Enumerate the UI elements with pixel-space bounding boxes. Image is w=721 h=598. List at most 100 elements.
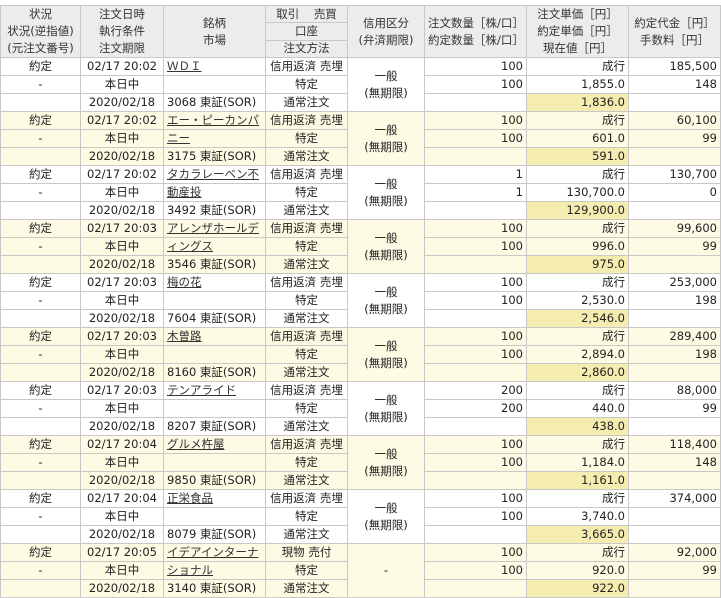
stock-name: タカラレーベン不: [163, 165, 266, 184]
fee: 99: [628, 129, 721, 148]
credit-type: 一般 (無期限): [347, 489, 425, 544]
header-datetime: 注文日時 執行条件 注文期限: [80, 5, 164, 58]
fee: 198: [628, 345, 721, 364]
order-price: 成行: [526, 327, 629, 346]
status-blank: [0, 525, 81, 544]
order-price: 成行: [526, 165, 629, 184]
table-row: 約定 02/17 20:03 テンアライド 信用返済 売埋 一般 (無期限) 200 成行 88…: [0, 381, 721, 436]
status-blank: [0, 471, 81, 490]
order-expiry: 2020/02/18: [80, 525, 164, 544]
qty-blank: [424, 93, 527, 112]
table-header: 状況 状況(逆指値) (元注文番号) 注文日時 執行条件 注文期限 銘柄 市場 取引 売買…: [0, 4, 721, 59]
exec-condition: 本日中: [80, 75, 164, 94]
trade-side: 信用返済 売埋: [265, 489, 348, 508]
stock-name-link[interactable]: テンアライド: [167, 383, 236, 397]
current-price: 591.0: [526, 147, 629, 166]
account-type: 特定: [265, 399, 348, 418]
order-expiry: 2020/02/18: [80, 363, 164, 382]
header-trade-side: 取引 売買: [265, 4, 348, 24]
status-sub: -: [0, 345, 81, 364]
stock-name-link-cont[interactable]: ニー: [167, 131, 190, 145]
stock-name-link[interactable]: 正栄食品: [167, 491, 213, 505]
stock-name-link[interactable]: イデアインターナ: [167, 545, 258, 559]
stock-name-link-cont[interactable]: 動産投: [167, 185, 202, 199]
status-cell: 約定: [0, 219, 81, 238]
order-datetime: 02/17 20:04: [80, 489, 164, 508]
qty-blank: [424, 471, 527, 490]
stock-name-link-cont[interactable]: ィングス: [167, 239, 213, 253]
status-cell: 約定: [0, 165, 81, 184]
amount-blank: [628, 471, 721, 490]
order-price: 成行: [526, 543, 629, 562]
exec-condition: 本日中: [80, 183, 164, 202]
fee: 99: [628, 561, 721, 580]
order-method: 通常注文: [265, 255, 348, 274]
fill-qty: 1: [424, 183, 527, 202]
account-type: 特定: [265, 237, 348, 256]
credit-type: 一般 (無期限): [347, 381, 425, 436]
stock-name-link-cont[interactable]: ショナル: [167, 563, 213, 577]
status-sub: -: [0, 237, 81, 256]
stock-name-link[interactable]: 木曽路: [167, 329, 202, 343]
order-qty: 100: [424, 543, 527, 562]
fill-amount: 118,400: [628, 435, 721, 454]
order-method: 通常注文: [265, 309, 348, 328]
credit-type: -: [347, 543, 425, 598]
trade-side: 信用返済 売埋: [265, 165, 348, 184]
credit-type: 一般 (無期限): [347, 57, 425, 112]
order-datetime: 02/17 20:03: [80, 273, 164, 292]
stock-name-link[interactable]: エー・ピーカンパ: [167, 113, 259, 127]
order-qty: 100: [424, 57, 527, 76]
exec-condition: 本日中: [80, 507, 164, 526]
amount-blank: [628, 201, 721, 220]
trade-side: 信用返済 売埋: [265, 111, 348, 130]
amount-blank: [628, 525, 721, 544]
order-expiry: 2020/02/18: [80, 201, 164, 220]
exec-condition: 本日中: [80, 237, 164, 256]
stock-name: 正栄食品: [163, 489, 266, 508]
status-sub: -: [0, 183, 81, 202]
fill-qty: 100: [424, 453, 527, 472]
current-price: 3,665.0: [526, 525, 629, 544]
fee: 99: [628, 399, 721, 418]
fill-amount: 253,000: [628, 273, 721, 292]
status-cell: 約定: [0, 381, 81, 400]
order-expiry: 2020/02/18: [80, 471, 164, 490]
fill-amount: 99,600: [628, 219, 721, 238]
order-method: 通常注文: [265, 525, 348, 544]
status-cell: 約定: [0, 435, 81, 454]
order-method: 通常注文: [265, 201, 348, 220]
stock-name-link[interactable]: 梅の花: [167, 275, 202, 289]
stock-name-link[interactable]: グルメ杵屋: [167, 437, 225, 451]
order-qty: 100: [424, 489, 527, 508]
stock-name-link[interactable]: アレンザホールデ: [167, 221, 259, 235]
order-datetime: 02/17 20:02: [80, 111, 164, 130]
stock-name-link[interactable]: ＷＤＩ: [167, 59, 202, 73]
fill-price: 130,700.0: [526, 183, 629, 202]
exec-condition: 本日中: [80, 453, 164, 472]
order-method: 通常注文: [265, 471, 348, 490]
header-status: 状況 状況(逆指値) (元注文番号): [0, 5, 81, 58]
fill-qty: 100: [424, 507, 527, 526]
qty-blank: [424, 525, 527, 544]
stock-name-link[interactable]: タカラレーベン不: [167, 167, 259, 181]
account-type: 特定: [265, 75, 348, 94]
fill-amount: 185,500: [628, 57, 721, 76]
trade-side: 現物 売付: [265, 543, 348, 562]
stock-name: アレンザホールデ: [163, 219, 266, 238]
status-sub: -: [0, 399, 81, 418]
current-price: 1,836.0: [526, 93, 629, 112]
market: 8207 東証(SOR): [163, 417, 266, 436]
status-sub: -: [0, 453, 81, 472]
account-type: 特定: [265, 561, 348, 580]
fill-amount: 60,100: [628, 111, 721, 130]
current-price: 2,860.0: [526, 363, 629, 382]
header-price: 注文単価［円］ 約定単価［円］ 現在値［円］: [526, 5, 629, 58]
fee: 198: [628, 291, 721, 310]
header-amount: 約定代金［円］ 手数料［円］: [628, 5, 721, 58]
credit-type: 一般 (無期限): [347, 435, 425, 490]
status-cell: 約定: [0, 111, 81, 130]
stock-name: エー・ピーカンパ: [163, 111, 266, 130]
fill-amount: 374,000: [628, 489, 721, 508]
fill-amount: 88,000: [628, 381, 721, 400]
